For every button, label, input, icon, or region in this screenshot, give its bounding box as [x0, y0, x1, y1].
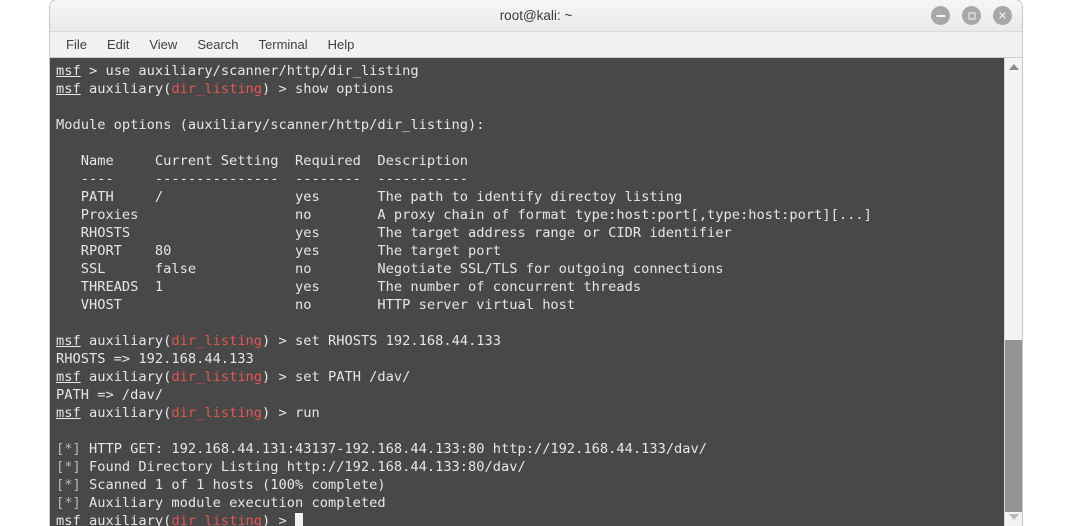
close-icon: ✕ [997, 9, 1008, 22]
scroll-up-button[interactable] [1005, 60, 1022, 74]
terminal-line: msf > use auxiliary/scanner/http/dir_lis… [56, 62, 1004, 80]
terminal-scrollbar[interactable] [1004, 58, 1022, 526]
close-button[interactable]: ✕ [993, 6, 1012, 25]
terminal-line: THREADS 1 yes The number of concurrent t… [56, 278, 1004, 296]
terminal-screen[interactable]: msf > use auxiliary/scanner/http/dir_lis… [50, 58, 1004, 526]
maximize-icon [968, 12, 975, 19]
msf-prompt: msf [56, 513, 81, 526]
terminal-line: Name Current Setting Required Descriptio… [56, 152, 1004, 170]
status-text: Found Directory Listing http://192.168.4… [80, 459, 526, 475]
terminal-line: [*] Auxiliary module execution completed [56, 494, 1004, 512]
scroll-down-button[interactable] [1005, 510, 1022, 524]
msf-prompt: msf [56, 63, 81, 79]
scrollbar-thumb[interactable] [1005, 340, 1022, 512]
menu-item-search[interactable]: Search [197, 35, 249, 54]
terminal-line: msf auxiliary(dir_listing) > run [56, 405, 320, 421]
output-text: RHOSTS yes The target address range or C… [56, 225, 732, 241]
output-text: PATH => /dav/ [56, 387, 164, 403]
output-text: Proxies no A proxy chain of format type:… [56, 207, 872, 223]
command-text: > use auxiliary/scanner/http/dir_listing [80, 63, 419, 79]
terminal-line: msf auxiliary(dir_listing) > [56, 512, 1004, 526]
output-text: RHOSTS => 192.168.44.133 [56, 351, 254, 367]
output-text: THREADS 1 yes The number of concurrent t… [56, 279, 642, 295]
status-marker: [*] [56, 441, 81, 457]
window-title: root@kali: ~ [499, 8, 573, 23]
menu-item-help[interactable]: Help [328, 35, 366, 54]
msf-prompt: msf [56, 81, 81, 97]
command-text: > [270, 513, 296, 526]
output-text: Module options (auxiliary/scanner/http/d… [56, 117, 485, 133]
status-text: Scanned 1 of 1 hosts (100% complete) [80, 477, 386, 493]
status-text: Auxiliary module execution completed [80, 495, 386, 511]
terminal-line: ---- --------------- -------- ----------… [56, 170, 1004, 188]
maximize-button[interactable] [962, 6, 981, 25]
text-cursor [295, 513, 304, 526]
module-name: dir_listing [171, 333, 263, 349]
terminal-line: RHOSTS yes The target address range or C… [56, 224, 1004, 242]
minimize-icon [936, 14, 945, 17]
module-name: dir_listing [171, 513, 263, 526]
terminal-line: RPORT 80 yes The target port [56, 242, 1004, 260]
output-text: SSL false no Negotiate SSL/TLS for outgo… [56, 261, 724, 277]
terminal-line: Proxies no A proxy chain of format type:… [56, 206, 1004, 224]
command-text: > set RHOSTS 192.168.44.133 [270, 333, 502, 349]
terminal-line: msf auxiliary(dir_listing) > show option… [56, 81, 394, 97]
chevron-up-icon [1008, 64, 1019, 70]
terminal-area: msf > use auxiliary/scanner/http/dir_lis… [50, 58, 1022, 526]
status-text: HTTP GET: 192.168.44.131:43137-192.168.4… [80, 441, 708, 457]
terminal-line: msf auxiliary(dir_listing) > set PATH /d… [56, 369, 411, 385]
status-marker: [*] [56, 477, 81, 493]
terminal-line: [*] Scanned 1 of 1 hosts (100% complete) [56, 476, 1004, 494]
window-titlebar[interactable]: root@kali: ~ ✕ [50, 0, 1022, 32]
output-text: ---- --------------- -------- ----------… [56, 171, 469, 187]
menu-item-terminal[interactable]: Terminal [259, 35, 319, 54]
module-name: dir_listing [171, 81, 263, 97]
msf-prompt: msf [56, 369, 81, 385]
terminal-window: root@kali: ~ ✕ File Edit View Search Ter… [50, 0, 1022, 526]
status-marker: [*] [56, 459, 81, 475]
output-text: PATH / yes The path to identify directoy… [56, 189, 683, 205]
msf-prompt: msf [56, 405, 81, 421]
output-text: Name Current Setting Required Descriptio… [56, 153, 469, 169]
command-text: > show options [270, 81, 394, 97]
menubar: File Edit View Search Terminal Help [50, 32, 1022, 58]
module-name: dir_listing [171, 405, 263, 421]
minimize-button[interactable] [931, 6, 950, 25]
menu-item-edit[interactable]: Edit [107, 35, 140, 54]
terminal-line: VHOST no HTTP server virtual host [56, 296, 1004, 314]
terminal-line: [*] Found Directory Listing http://192.1… [56, 458, 1004, 476]
command-text: > run [270, 405, 320, 421]
terminal-output: msf > use auxiliary/scanner/http/dir_lis… [56, 62, 1004, 526]
menu-item-view[interactable]: View [149, 35, 188, 54]
output-text: RPORT 80 yes The target port [56, 243, 501, 259]
window-controls: ✕ [931, 6, 1012, 25]
terminal-line: msf auxiliary(dir_listing) > set RHOSTS … [56, 333, 502, 349]
terminal-line: SSL false no Negotiate SSL/TLS for outgo… [56, 260, 1004, 278]
msf-prompt: msf [56, 333, 81, 349]
output-text: VHOST no HTTP server virtual host [56, 297, 576, 313]
chevron-down-icon [1008, 514, 1019, 520]
module-name: dir_listing [171, 369, 263, 385]
terminal-line: RHOSTS => 192.168.44.133 [56, 350, 1004, 368]
terminal-line: Module options (auxiliary/scanner/http/d… [56, 116, 1004, 134]
menu-item-file[interactable]: File [66, 35, 98, 54]
status-marker: [*] [56, 495, 81, 511]
terminal-line: PATH => /dav/ [56, 386, 1004, 404]
terminal-line: [*] HTTP GET: 192.168.44.131:43137-192.1… [56, 440, 1004, 458]
command-text: > set PATH /dav/ [270, 369, 411, 385]
terminal-line: PATH / yes The path to identify directoy… [56, 188, 1004, 206]
